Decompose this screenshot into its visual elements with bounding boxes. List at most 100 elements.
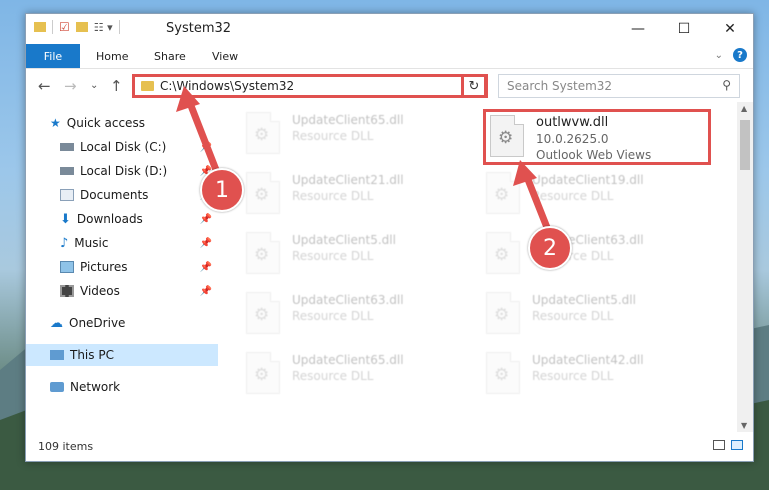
dll-file-icon: ⚙ xyxy=(246,292,280,334)
pin-icon[interactable]: 📌 xyxy=(200,286,212,297)
sidebar-item-pictures[interactable]: Pictures 📌 xyxy=(26,256,218,278)
pin-icon[interactable]: 📌 xyxy=(200,214,212,225)
download-icon: ⬇ xyxy=(60,211,71,227)
file-explorer-window: ☑ ☷ ▾ System32 — ☐ ✕ File Home Share Vie… xyxy=(25,13,754,462)
large-icons-view-icon[interactable] xyxy=(731,440,743,450)
folder-icon[interactable] xyxy=(34,22,46,32)
maximize-button[interactable]: ☐ xyxy=(661,14,707,44)
gear-icon: ⚙ xyxy=(498,128,514,148)
file-type: Resource DLL xyxy=(532,309,614,323)
computer-icon xyxy=(50,350,64,360)
expand-ribbon-icon[interactable]: ⌄ xyxy=(715,50,723,61)
scroll-up-icon[interactable]: ▲ xyxy=(741,104,747,113)
search-icon[interactable]: ⚲ xyxy=(722,78,731,92)
sidebar-item-videos[interactable]: Videos 📌 xyxy=(26,280,218,302)
address-path: C:\Windows\System32 xyxy=(160,79,295,93)
tab-view[interactable]: View xyxy=(212,44,238,68)
step-1-callout: 1 xyxy=(200,168,244,212)
sidebar-item-music[interactable]: ♪ Music 📌 xyxy=(26,232,218,254)
gear-icon: ⚙ xyxy=(254,305,270,325)
file-item[interactable]: ⚙ UpdateClient65.dll Resource DLL xyxy=(246,112,404,154)
file-item[interactable]: ⚙ UpdateClient5.dll Resource DLL xyxy=(246,232,396,274)
sidebar-item-downloads[interactable]: ⬇ Downloads 📌 xyxy=(26,208,218,230)
file-name: UpdateClient63.dll xyxy=(292,293,404,307)
gear-icon: ⚙ xyxy=(254,185,270,205)
file-item[interactable]: ⚙ outlwvw.dll 10.0.2625.0 Outlook Web Vi… xyxy=(490,115,651,163)
dll-file-icon: ⚙ xyxy=(246,352,280,394)
navigation-pane: ★ Quick access Local Disk (C:) 📌 Local D… xyxy=(26,102,218,432)
file-item[interactable]: ⚙ UpdateClient42.dll Resource DLL xyxy=(486,352,644,394)
sidebar-item-label: Local Disk (D:) xyxy=(80,164,168,178)
properties-check-icon[interactable]: ☑ xyxy=(59,20,70,34)
title-bar: ☑ ☷ ▾ System32 — ☐ ✕ xyxy=(26,14,753,44)
dll-file-icon: ⚙ xyxy=(486,292,520,334)
details-view-icon[interactable] xyxy=(713,440,725,450)
pin-icon[interactable]: 📌 xyxy=(200,142,212,153)
sidebar-item-label: Documents xyxy=(80,188,149,202)
pictures-icon xyxy=(60,261,74,273)
sidebar-item-onedrive[interactable]: ☁ OneDrive xyxy=(26,312,218,334)
sidebar-item-label: Music xyxy=(74,236,109,250)
pin-icon[interactable]: 📌 xyxy=(200,262,212,273)
refresh-button[interactable]: ↻ xyxy=(461,74,487,98)
tab-file[interactable]: File xyxy=(26,44,80,68)
file-type: Resource DLL xyxy=(292,249,374,263)
step-2-callout: 2 xyxy=(528,226,572,270)
file-name: UpdateClient21.dll xyxy=(292,173,404,187)
ribbon-tabs: File Home Share View ⌄ ? xyxy=(26,44,753,69)
file-item[interactable]: ⚙ UpdateClient19.dll Resource DLL xyxy=(486,172,644,214)
sidebar-item-documents[interactable]: Documents 📌 xyxy=(26,184,218,206)
sidebar-item-local-disk-c[interactable]: Local Disk (C:) 📌 xyxy=(26,136,218,158)
sidebar-item-quick-access[interactable]: ★ Quick access xyxy=(26,112,218,134)
file-item[interactable]: ⚙ UpdateClient5.dll Resource DLL xyxy=(486,292,636,334)
scroll-thumb[interactable] xyxy=(740,120,750,170)
sidebar-item-this-pc[interactable]: This PC xyxy=(26,344,218,366)
pin-icon[interactable]: 📌 xyxy=(200,238,212,249)
file-name: UpdateClient5.dll xyxy=(292,233,396,247)
music-icon: ♪ xyxy=(60,235,69,251)
scroll-down-icon[interactable]: ▼ xyxy=(741,421,747,430)
address-bar[interactable]: C:\Windows\System32 ⌄ xyxy=(132,74,488,98)
file-name: UpdateClient5.dll xyxy=(532,293,636,307)
gear-icon: ⚙ xyxy=(254,365,270,385)
dll-file-icon: ⚙ xyxy=(490,115,524,157)
close-button[interactable]: ✕ xyxy=(707,14,753,44)
help-icon[interactable]: ? xyxy=(733,48,747,62)
quick-access-toolbar: ☑ ☷ ▾ xyxy=(34,20,120,34)
new-folder-icon[interactable] xyxy=(75,22,88,32)
highlighted-file-item[interactable]: ⚙ outlwvw.dll 10.0.2625.0 Outlook Web Vi… xyxy=(483,109,711,165)
back-arrow-icon[interactable]: ← xyxy=(38,77,51,95)
minimize-button[interactable]: — xyxy=(615,14,661,44)
gear-icon: ⚙ xyxy=(254,125,270,145)
gear-icon: ⚙ xyxy=(494,305,510,325)
customize-icon[interactable]: ☷ ▾ xyxy=(94,21,113,34)
dll-file-icon: ⚙ xyxy=(486,172,520,214)
navigation-bar: ← → ⌄ ↑ C:\Windows\System32 ⌄ ↻ Search S… xyxy=(26,69,753,103)
file-type: Resource DLL xyxy=(532,189,614,203)
window-title: System32 xyxy=(166,21,232,36)
forward-arrow-icon[interactable]: → xyxy=(64,77,77,95)
file-item[interactable]: ⚙ UpdateClient21.dll Resource DLL xyxy=(246,172,404,214)
folder-icon xyxy=(141,81,154,91)
file-item[interactable]: ⚙ UpdateClient65.dll Resource DLL xyxy=(246,352,404,394)
documents-icon xyxy=(60,189,74,201)
network-icon xyxy=(50,382,64,392)
up-arrow-icon[interactable]: ↑ xyxy=(110,77,123,95)
recent-locations-chevron-icon[interactable]: ⌄ xyxy=(90,80,98,91)
refresh-icon: ↻ xyxy=(468,78,480,94)
gear-icon: ⚙ xyxy=(254,245,270,265)
star-icon: ★ xyxy=(50,116,61,130)
vertical-scrollbar[interactable]: ▲ ▼ xyxy=(737,102,753,432)
sidebar-item-network[interactable]: Network xyxy=(26,376,218,398)
tab-home[interactable]: Home xyxy=(96,44,128,68)
sidebar-item-local-disk-d[interactable]: Local Disk (D:) 📌 xyxy=(26,160,218,182)
file-item[interactable]: ⚙ UpdateClient63.dll Resource DLL xyxy=(246,292,404,334)
file-type: Resource DLL xyxy=(292,129,374,143)
tab-share[interactable]: Share xyxy=(154,44,186,68)
search-input[interactable]: Search System32 ⚲ xyxy=(498,74,740,98)
sidebar-item-label: Videos xyxy=(80,284,120,298)
sidebar-item-label: Quick access xyxy=(66,116,145,130)
file-type: Resource DLL xyxy=(292,309,374,323)
drive-icon xyxy=(60,167,74,175)
dll-file-icon: ⚙ xyxy=(246,172,280,214)
